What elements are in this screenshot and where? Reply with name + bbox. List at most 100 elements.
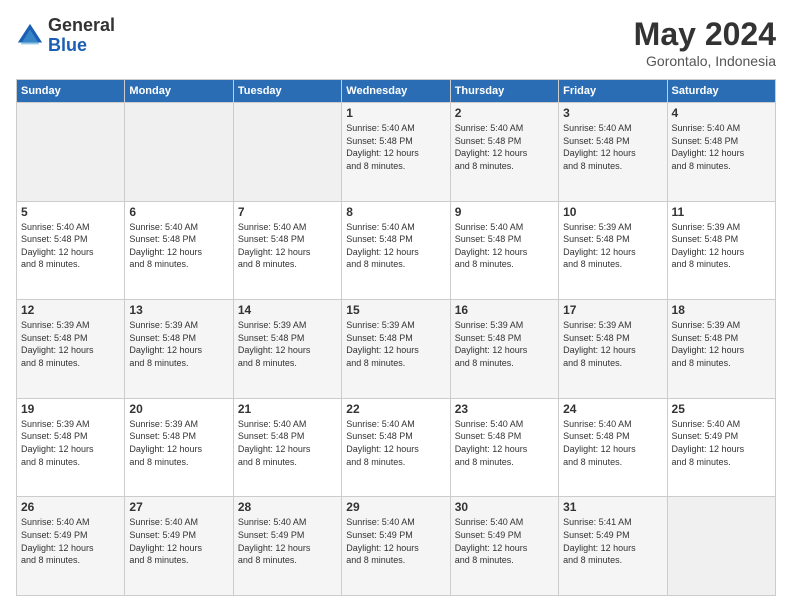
day-number: 15 [346, 303, 445, 317]
calendar-day-cell: 24 Sunrise: 5:40 AMSunset: 5:48 PMDayligh… [559, 398, 667, 497]
day-info: Sunrise: 5:40 AMSunset: 5:49 PMDaylight:… [238, 516, 337, 566]
day-number: 1 [346, 106, 445, 120]
day-number: 20 [129, 402, 228, 416]
calendar-day-cell [667, 497, 775, 596]
calendar-day-cell: 28 Sunrise: 5:40 AMSunset: 5:49 PMDayligh… [233, 497, 341, 596]
calendar-day-cell: 8Sunrise: 5:40 AMSunset: 5:48 PMDaylight… [342, 201, 450, 300]
day-number: 28 [238, 500, 337, 514]
day-info: Sunrise: 5:40 AMSunset: 5:48 PMDaylight:… [455, 122, 554, 172]
calendar-day-cell: 19 Sunrise: 5:39 AMSunset: 5:48 PMDayligh… [17, 398, 125, 497]
logo-icon [16, 22, 44, 50]
calendar-day-cell: 15 Sunrise: 5:39 AMSunset: 5:48 PMDayligh… [342, 300, 450, 399]
day-number: 25 [672, 402, 771, 416]
logo-blue-text: Blue [48, 35, 87, 55]
day-info: Sunrise: 5:39 AMSunset: 5:48 PMDaylight:… [346, 319, 445, 369]
day-info: Sunrise: 5:39 AMSunset: 5:48 PMDaylight:… [672, 319, 771, 369]
calendar-day-cell: 17 Sunrise: 5:39 AMSunset: 5:48 PMDayligh… [559, 300, 667, 399]
day-info: Sunrise: 5:39 AMSunset: 5:48 PMDaylight:… [21, 418, 120, 468]
calendar-day-cell: 3Sunrise: 5:40 AMSunset: 5:48 PMDaylight… [559, 103, 667, 202]
day-number: 4 [672, 106, 771, 120]
day-number: 11 [672, 205, 771, 219]
day-info: Sunrise: 5:40 AMSunset: 5:48 PMDaylight:… [21, 221, 120, 271]
col-tuesday: Tuesday [233, 80, 341, 103]
col-thursday: Thursday [450, 80, 558, 103]
logo: General Blue [16, 16, 115, 56]
calendar-day-cell: 16Sunrise: 5:39 AMSunset: 5:48 PMDayligh… [450, 300, 558, 399]
day-number: 6 [129, 205, 228, 219]
col-wednesday: Wednesday [342, 80, 450, 103]
calendar-day-cell: 12 Sunrise: 5:39 AMSunset: 5:48 PMDayligh… [17, 300, 125, 399]
calendar-day-cell: 14 Sunrise: 5:39 AMSunset: 5:48 PMDayligh… [233, 300, 341, 399]
calendar-header-row: Sunday Monday Tuesday Wednesday Thursday… [17, 80, 776, 103]
calendar-day-cell: 20 Sunrise: 5:39 AMSunset: 5:48 PMDayligh… [125, 398, 233, 497]
day-info: Sunrise: 5:39 AMSunset: 5:48 PMDaylight:… [563, 221, 662, 271]
logo-general-text: General [48, 15, 115, 35]
day-number: 23 [455, 402, 554, 416]
day-info: Sunrise: 5:40 AMSunset: 5:48 PMDaylight:… [455, 418, 554, 468]
day-number: 9 [455, 205, 554, 219]
calendar-day-cell: 5 Sunrise: 5:40 AMSunset: 5:48 PMDaylight… [17, 201, 125, 300]
calendar-day-cell: 21 Sunrise: 5:40 AMSunset: 5:48 PMDayligh… [233, 398, 341, 497]
day-info: Sunrise: 5:40 AMSunset: 5:48 PMDaylight:… [238, 221, 337, 271]
day-number: 21 [238, 402, 337, 416]
calendar-day-cell: 2Sunrise: 5:40 AMSunset: 5:48 PMDaylight… [450, 103, 558, 202]
day-number: 29 [346, 500, 445, 514]
day-info: Sunrise: 5:40 AMSunset: 5:49 PMDaylight:… [672, 418, 771, 468]
day-number: 10 [563, 205, 662, 219]
calendar-day-cell: 7Sunrise: 5:40 AMSunset: 5:48 PMDaylight… [233, 201, 341, 300]
day-number: 31 [563, 500, 662, 514]
calendar-day-cell: 18 Sunrise: 5:39 AMSunset: 5:48 PMDayligh… [667, 300, 775, 399]
day-info: Sunrise: 5:40 AMSunset: 5:49 PMDaylight:… [455, 516, 554, 566]
day-info: Sunrise: 5:40 AMSunset: 5:48 PMDaylight:… [672, 122, 771, 172]
calendar-day-cell: 27Sunrise: 5:40 AMSunset: 5:49 PMDayligh… [125, 497, 233, 596]
day-info: Sunrise: 5:40 AMSunset: 5:48 PMDaylight:… [563, 122, 662, 172]
month-title: May 2024 [634, 16, 776, 53]
day-number: 5 [21, 205, 120, 219]
day-info: Sunrise: 5:40 AMSunset: 5:48 PMDaylight:… [563, 418, 662, 468]
day-number: 16 [455, 303, 554, 317]
calendar-week-row: 5 Sunrise: 5:40 AMSunset: 5:48 PMDaylight… [17, 201, 776, 300]
calendar-day-cell: 30 Sunrise: 5:40 AMSunset: 5:49 PMDayligh… [450, 497, 558, 596]
title-section: May 2024 Gorontalo, Indonesia [634, 16, 776, 69]
day-number: 17 [563, 303, 662, 317]
day-info: Sunrise: 5:39 AMSunset: 5:48 PMDaylight:… [21, 319, 120, 369]
day-info: Sunrise: 5:40 AMSunset: 5:49 PMDaylight:… [21, 516, 120, 566]
calendar-day-cell: 10 Sunrise: 5:39 AMSunset: 5:48 PMDayligh… [559, 201, 667, 300]
day-info: Sunrise: 5:39 AMSunset: 5:48 PMDaylight:… [129, 319, 228, 369]
day-number: 18 [672, 303, 771, 317]
day-number: 12 [21, 303, 120, 317]
calendar-week-row: 26 Sunrise: 5:40 AMSunset: 5:49 PMDayligh… [17, 497, 776, 596]
day-number: 24 [563, 402, 662, 416]
page-container: General Blue May 2024 Gorontalo, Indones… [0, 0, 792, 612]
day-info: Sunrise: 5:39 AMSunset: 5:48 PMDaylight:… [129, 418, 228, 468]
col-saturday: Saturday [667, 80, 775, 103]
day-info: Sunrise: 5:40 AMSunset: 5:49 PMDaylight:… [346, 516, 445, 566]
day-info: Sunrise: 5:40 AMSunset: 5:48 PMDaylight:… [346, 122, 445, 172]
day-info: Sunrise: 5:39 AMSunset: 5:48 PMDaylight:… [238, 319, 337, 369]
day-number: 27 [129, 500, 228, 514]
calendar-week-row: 12 Sunrise: 5:39 AMSunset: 5:48 PMDayligh… [17, 300, 776, 399]
calendar-day-cell: 6 Sunrise: 5:40 AMSunset: 5:48 PMDaylight… [125, 201, 233, 300]
calendar-day-cell: 13Sunrise: 5:39 AMSunset: 5:48 PMDayligh… [125, 300, 233, 399]
day-info: Sunrise: 5:40 AMSunset: 5:48 PMDaylight:… [346, 418, 445, 468]
day-number: 30 [455, 500, 554, 514]
col-friday: Friday [559, 80, 667, 103]
day-info: Sunrise: 5:39 AMSunset: 5:48 PMDaylight:… [563, 319, 662, 369]
calendar-week-row: 19 Sunrise: 5:39 AMSunset: 5:48 PMDayligh… [17, 398, 776, 497]
calendar-day-cell: 22 Sunrise: 5:40 AMSunset: 5:48 PMDayligh… [342, 398, 450, 497]
day-info: Sunrise: 5:40 AMSunset: 5:48 PMDaylight:… [129, 221, 228, 271]
col-monday: Monday [125, 80, 233, 103]
day-info: Sunrise: 5:40 AMSunset: 5:48 PMDaylight:… [238, 418, 337, 468]
calendar-day-cell: 1 Sunrise: 5:40 AMSunset: 5:48 PMDaylight… [342, 103, 450, 202]
header: General Blue May 2024 Gorontalo, Indones… [16, 16, 776, 69]
day-number: 14 [238, 303, 337, 317]
calendar-day-cell [233, 103, 341, 202]
day-number: 19 [21, 402, 120, 416]
day-number: 22 [346, 402, 445, 416]
day-number: 26 [21, 500, 120, 514]
calendar-day-cell [17, 103, 125, 202]
day-info: Sunrise: 5:40 AMSunset: 5:48 PMDaylight:… [455, 221, 554, 271]
col-sunday: Sunday [17, 80, 125, 103]
calendar-day-cell: 11Sunrise: 5:39 AMSunset: 5:48 PMDayligh… [667, 201, 775, 300]
calendar-day-cell: 23 Sunrise: 5:40 AMSunset: 5:48 PMDayligh… [450, 398, 558, 497]
